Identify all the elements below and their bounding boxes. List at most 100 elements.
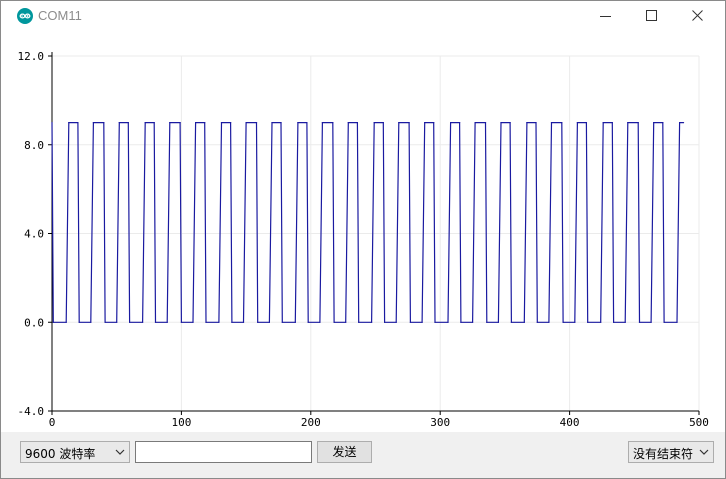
data-point	[421, 321, 423, 323]
data-point	[205, 321, 207, 323]
data-point	[127, 122, 129, 124]
data-point	[192, 321, 194, 323]
data-point	[268, 321, 270, 323]
data-point	[613, 321, 615, 323]
data-point	[585, 122, 588, 124]
data-point	[347, 122, 349, 124]
data-point	[65, 321, 67, 323]
data-point	[180, 321, 182, 323]
data-point	[682, 122, 685, 124]
data-point	[281, 321, 283, 323]
y-tick-label: 4.0	[24, 228, 44, 241]
data-point	[218, 321, 220, 323]
minimize-icon	[600, 16, 611, 17]
data-point	[104, 321, 106, 323]
x-tick-label: 500	[689, 416, 709, 429]
data-point	[179, 122, 181, 124]
data-point	[356, 122, 358, 124]
data-point	[653, 122, 655, 124]
data-point	[550, 122, 553, 124]
data-point	[306, 122, 308, 124]
minimize-button[interactable]	[583, 1, 629, 31]
serial-plotter-window: COM11 0 100 200 300 400 500 12.0 8.0 4.0 0.0 -4.0 …	[0, 0, 726, 479]
maximize-button[interactable]	[629, 1, 675, 31]
data-point	[231, 321, 233, 323]
baud-rate-select[interactable]: 9600 波特率	[20, 441, 130, 463]
x-tick-label: 400	[560, 416, 580, 429]
data-point	[548, 321, 550, 323]
data-point	[90, 321, 92, 323]
data-point	[637, 122, 639, 124]
data-point	[333, 321, 335, 323]
data-point	[460, 321, 462, 323]
arduino-logo-icon	[17, 8, 33, 24]
close-icon	[692, 10, 703, 21]
data-point	[255, 122, 258, 124]
data-point	[384, 321, 386, 323]
send-button[interactable]: 发送	[317, 441, 372, 463]
data-point	[408, 122, 410, 124]
data-point	[434, 321, 436, 323]
data-point	[51, 122, 53, 124]
data-point	[395, 321, 397, 323]
data-point	[526, 122, 528, 124]
y-tick-label: 12.0	[18, 50, 45, 63]
data-point	[195, 122, 197, 124]
data-point	[474, 122, 476, 124]
bottom-toolbar: 9600 波特率 发送 没有结束符	[1, 432, 725, 478]
data-point	[307, 321, 309, 323]
data-point	[371, 321, 373, 323]
data-point	[574, 321, 576, 323]
data-point	[676, 321, 678, 323]
send-input[interactable]	[135, 441, 312, 463]
data-point	[510, 321, 512, 323]
data-point	[627, 122, 629, 124]
series-line	[51, 122, 684, 323]
data-point	[484, 122, 487, 124]
data-point	[230, 122, 232, 124]
data-point	[220, 122, 223, 124]
baud-rate-value: 9600 波特率	[25, 447, 96, 461]
data-point	[409, 321, 411, 323]
chevron-down-icon	[115, 449, 125, 455]
data-point	[398, 122, 400, 124]
line-ending-value: 没有结束符	[633, 447, 694, 461]
data-point	[92, 122, 94, 124]
data-point	[638, 321, 641, 323]
data-point	[78, 321, 80, 323]
data-point	[536, 321, 538, 323]
title-bar[interactable]: COM11	[1, 1, 725, 31]
data-point	[472, 321, 474, 323]
x-tick-label: 300	[430, 416, 450, 429]
data-point	[321, 122, 323, 124]
data-point	[509, 122, 511, 124]
data-point	[662, 122, 664, 124]
serial-plot-chart: 0 100 200 300 400 500 12.0 8.0 4.0 0.0 -4.0	[18, 50, 709, 429]
data-point	[166, 321, 168, 323]
data-point	[497, 321, 499, 323]
data-point	[345, 321, 347, 323]
x-tick-label: 100	[171, 416, 191, 429]
chevron-down-icon	[699, 449, 709, 455]
data-point	[297, 122, 299, 124]
data-point	[486, 321, 488, 323]
data-point	[52, 321, 54, 323]
data-point	[433, 122, 435, 124]
data-point	[373, 122, 375, 124]
y-tick-label: -4.0	[18, 405, 45, 418]
maximize-icon	[646, 10, 657, 21]
close-button[interactable]	[675, 1, 721, 31]
data-point	[382, 122, 384, 124]
data-point	[242, 321, 245, 323]
data-point	[294, 321, 296, 323]
data-point	[358, 321, 360, 323]
data-point	[576, 122, 579, 124]
data-point	[142, 321, 144, 323]
data-point	[154, 321, 157, 323]
data-point	[77, 122, 79, 124]
window-title: COM11	[38, 8, 82, 23]
line-ending-select[interactable]: 没有结束符	[628, 441, 714, 463]
data-point	[144, 122, 146, 124]
data-point	[118, 122, 120, 124]
data-point	[500, 122, 502, 124]
